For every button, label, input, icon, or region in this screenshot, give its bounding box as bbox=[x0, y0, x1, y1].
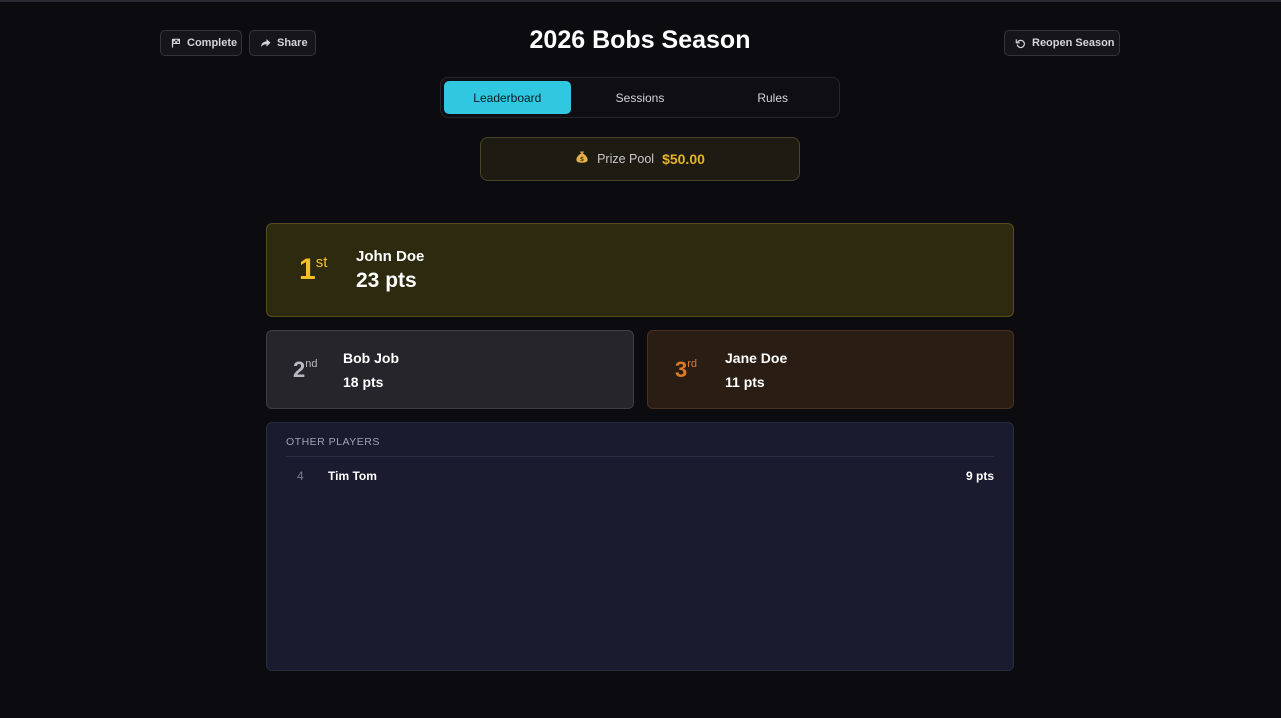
third-place-rank: 3rd bbox=[675, 356, 698, 382]
money-bag-icon: $ bbox=[575, 150, 589, 169]
view-tabs: Leaderboard Sessions Rules bbox=[440, 77, 840, 118]
prize-pool-value: $50.00 bbox=[662, 151, 705, 167]
undo-icon bbox=[1015, 38, 1026, 49]
complete-label: Complete bbox=[187, 37, 238, 49]
third-place-name: Jane Doe bbox=[725, 349, 788, 366]
third-place-card: 3rd Jane Doe 11 pts bbox=[647, 330, 1014, 409]
share-button[interactable]: Share bbox=[249, 30, 316, 56]
top-border bbox=[0, 0, 1281, 2]
first-place-name: John Doe bbox=[356, 247, 425, 265]
flag-icon bbox=[171, 38, 181, 48]
reopen-season-button[interactable]: Reopen Season bbox=[1004, 30, 1120, 56]
tab-rules[interactable]: Rules bbox=[709, 81, 836, 114]
reopen-label: Reopen Season bbox=[1032, 37, 1115, 49]
page-title: 2026 Bobs Season bbox=[529, 26, 751, 54]
second-place-rank: 2nd bbox=[293, 356, 318, 382]
prize-pool-label: Prize Pool bbox=[597, 152, 655, 166]
second-place-name: Bob Job bbox=[343, 349, 399, 366]
share-icon bbox=[260, 38, 271, 48]
complete-button[interactable]: Complete bbox=[160, 30, 242, 56]
tab-sessions[interactable]: Sessions bbox=[577, 81, 704, 114]
player-points: 9 pts bbox=[965, 469, 994, 483]
first-place-card: 1st John Doe 23 pts bbox=[266, 223, 1014, 317]
player-name: Tim Tom bbox=[328, 469, 377, 483]
other-players-heading: OTHER PLAYERS bbox=[286, 436, 994, 457]
first-place-points: 23 pts bbox=[356, 268, 417, 292]
list-item: 4 Tim Tom 9 pts bbox=[286, 469, 994, 483]
second-place-card: 2nd Bob Job 18 pts bbox=[266, 330, 634, 409]
third-place-points: 11 pts bbox=[725, 373, 765, 390]
svg-text:$: $ bbox=[580, 156, 584, 163]
prize-pool-banner: $ Prize Pool $50.00 bbox=[480, 137, 800, 181]
player-rank: 4 bbox=[297, 469, 304, 483]
first-place-rank: 1st bbox=[299, 253, 328, 286]
other-players-panel: OTHER PLAYERS 4 Tim Tom 9 pts bbox=[266, 422, 1014, 671]
tab-leaderboard[interactable]: Leaderboard bbox=[444, 81, 571, 114]
second-place-points: 18 pts bbox=[343, 373, 384, 390]
share-label: Share bbox=[277, 37, 308, 49]
